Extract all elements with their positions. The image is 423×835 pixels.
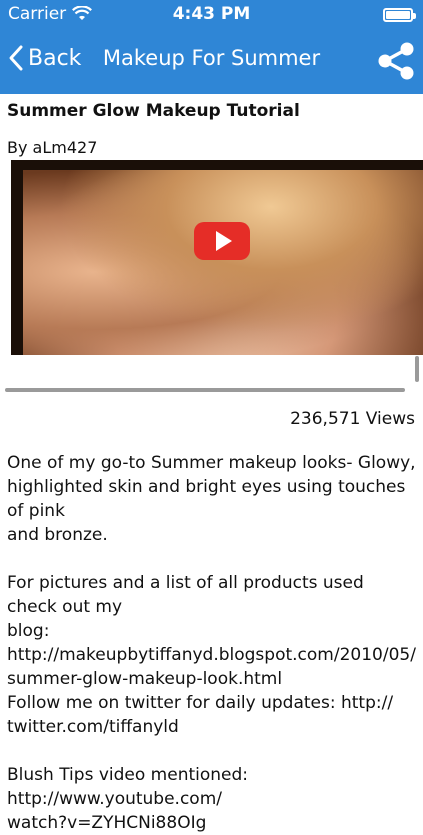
- video-thumbnail: [23, 170, 423, 355]
- play-button[interactable]: [194, 222, 250, 260]
- navigation-bar: Back Makeup For Summer: [0, 30, 423, 94]
- page-title: Makeup For Summer: [102, 46, 321, 70]
- description-line: Follow me on twitter for daily updates: …: [7, 693, 394, 713]
- view-count: 236,571 Views: [290, 409, 415, 429]
- vertical-scrollbar[interactable]: [415, 356, 419, 382]
- top-bar: Carrier 4:43 PM Back Makeup For Summer: [0, 0, 423, 94]
- description-link[interactable]: summer-glow-makeup-look.html: [7, 667, 417, 691]
- description-line: For pictures and a list of all products …: [7, 573, 364, 617]
- status-bar: Carrier 4:43 PM: [0, 0, 423, 30]
- video-description: One of my go-to Summer makeup looks- Glo…: [7, 451, 417, 835]
- description-line: blog:: [7, 621, 50, 641]
- description-line: One of my go-to Summer makeup looks- Glo…: [7, 453, 416, 473]
- description-line: highlighted skin and bright eyes using t…: [7, 477, 406, 521]
- status-time: 4:43 PM: [172, 4, 251, 24]
- horizontal-scrollbar[interactable]: [5, 388, 405, 392]
- description-line: Blush Tips video mentioned: http://www.y…: [7, 765, 249, 809]
- description-link[interactable]: twitter.com/tiffanyld: [7, 715, 417, 739]
- description-link[interactable]: http://makeupbytiffanyd.blogspot.com/201…: [7, 643, 417, 667]
- video-player[interactable]: [11, 160, 423, 355]
- description-link[interactable]: watch?v=ZYHCNi88OIg: [7, 811, 417, 835]
- share-icon[interactable]: [375, 40, 417, 82]
- battery-icon: [383, 8, 416, 22]
- description-line: and bronze.: [7, 525, 108, 545]
- video-author: By aLm427: [7, 138, 98, 157]
- video-title: Summer Glow Makeup Tutorial: [7, 101, 300, 121]
